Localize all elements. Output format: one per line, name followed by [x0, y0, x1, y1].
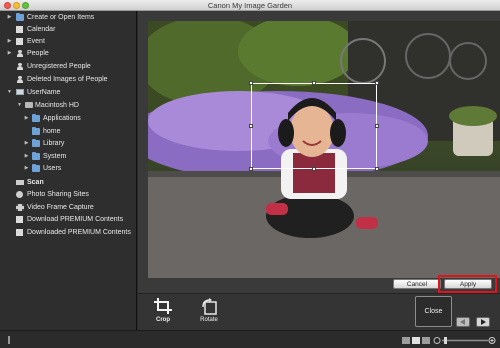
sidebar-item-label: Deleted Images of People — [27, 76, 108, 83]
rotate-tool-label: Rotate — [200, 317, 218, 323]
disclosure-triangle-icon[interactable]: ▶ — [24, 138, 29, 149]
disclosure-triangle-icon[interactable]: ▶ — [24, 163, 29, 174]
event-icon — [16, 38, 23, 45]
folder-icon — [32, 127, 40, 135]
sidebar-item-label: Downloaded PREMIUM Contents — [27, 229, 131, 236]
crop-tool-label: Crop — [156, 317, 170, 323]
person-icon — [16, 63, 24, 70]
disk-icon — [25, 102, 33, 108]
apply-button[interactable]: Apply — [444, 279, 492, 289]
editor-area: Cancel Apply Crop Rotate Close — [138, 11, 500, 341]
calendar-icon — [16, 26, 23, 33]
next-button[interactable] — [476, 317, 490, 327]
status-bar — [0, 330, 500, 348]
disclosure-triangle-icon[interactable]: ▶ — [24, 113, 29, 124]
sidebar-item-label: People — [27, 50, 49, 57]
folder-icon — [32, 152, 40, 160]
crop-handle[interactable] — [312, 81, 316, 85]
sidebar-item-downloaded-premium-contents[interactable]: Downloaded PREMIUM Contents — [0, 227, 137, 238]
folder-icon — [16, 13, 24, 21]
window-title: Canon My Image Garden — [207, 1, 293, 10]
sidebar-item-home[interactable]: home — [0, 126, 137, 137]
sidebar-item-library[interactable]: ▶ Library — [0, 138, 137, 149]
sidebar-item-label: Create or Open Items — [27, 14, 95, 21]
sidebar-item-create-or-open-items[interactable]: ▶ Create or Open Items — [0, 12, 137, 23]
sidebar-item-label: Calendar — [27, 26, 56, 33]
sidebar-item-macintosh-hd[interactable]: ▼ Macintosh HD — [0, 100, 137, 111]
rotate-icon — [202, 298, 217, 315]
person-icon — [16, 50, 24, 57]
folder-icon — [16, 229, 23, 236]
crop-handle[interactable] — [375, 124, 379, 128]
disclosure-triangle-icon[interactable]: ▶ — [7, 36, 12, 47]
sidebar-item-label: Video Frame Capture — [27, 204, 94, 211]
arrow-right-icon — [481, 319, 486, 325]
sidebar-item-label: Scan — [27, 179, 44, 186]
sidebar-item-unregistered-people[interactable]: Unregistered People — [0, 61, 137, 72]
crop-handle[interactable] — [249, 124, 253, 128]
sidebar-item-people[interactable]: ▶ People — [0, 48, 137, 59]
monitor-icon — [16, 89, 24, 95]
sidebar-item-label: Library — [43, 140, 65, 147]
film-icon — [16, 204, 24, 211]
sidebar-item-calendar[interactable]: Calendar — [0, 24, 137, 35]
image-canvas — [148, 21, 500, 278]
disclosure-triangle-icon[interactable]: ▼ — [7, 87, 12, 98]
arrow-left-icon — [460, 319, 465, 325]
disclosure-triangle-icon[interactable]: ▶ — [7, 12, 12, 23]
disclosure-triangle-icon[interactable]: ▶ — [7, 48, 12, 59]
sidebar-item-label: Unregistered People — [27, 63, 91, 70]
folder-icon — [32, 164, 40, 172]
sidebar-item-label: System — [43, 153, 67, 160]
folder-icon — [32, 114, 40, 122]
crop-handle[interactable] — [375, 167, 379, 171]
disclosure-triangle-icon[interactable]: ▼ — [17, 100, 22, 111]
zoom-slider[interactable] — [440, 336, 496, 345]
sidebar-item-download-premium-contents[interactable]: Download PREMIUM Contents — [0, 214, 137, 225]
crop-handle[interactable] — [249, 167, 253, 171]
sidebar-item-username[interactable]: ▼ UserName — [0, 87, 137, 98]
collapse-sidebar-icon[interactable] — [4, 335, 14, 345]
sidebar-item-deleted-images-of-people[interactable]: Deleted Images of People — [0, 74, 137, 85]
sidebar-item-label: Users — [43, 165, 62, 172]
crop-handle[interactable] — [249, 81, 253, 85]
person-icon — [16, 76, 24, 83]
sidebar-item-label: home — [43, 128, 61, 135]
scanner-icon — [16, 180, 24, 185]
globe-icon — [16, 191, 23, 198]
folder-icon — [32, 139, 40, 147]
crop-handle[interactable] — [375, 81, 379, 85]
sidebar-item-label: Applications — [43, 115, 81, 122]
sidebar-item-system[interactable]: ▶ System — [0, 151, 137, 162]
title-bar: Canon My Image Garden — [0, 0, 500, 11]
cancel-button[interactable]: Cancel — [393, 279, 441, 289]
rotate-tool[interactable]: Rotate — [196, 297, 222, 323]
sidebar-item-users[interactable]: ▶ Users — [0, 163, 137, 174]
sidebar-item-label: Photo Sharing Sites — [27, 191, 89, 198]
crop-icon — [154, 298, 172, 314]
sidebar-item-photo-sharing-sites[interactable]: Photo Sharing Sites — [0, 189, 137, 200]
sidebar-item-label: Download PREMIUM Contents — [27, 216, 124, 223]
sidebar-item-label: Event — [27, 38, 45, 45]
sidebar-item-label: Macintosh HD — [35, 102, 79, 109]
download-icon — [16, 216, 23, 223]
sidebar-item-scan[interactable]: Scan — [0, 177, 137, 188]
crop-tool[interactable]: Crop — [150, 297, 176, 323]
sidebar-item-applications[interactable]: ▶ Applications — [0, 113, 137, 124]
crop-handle[interactable] — [312, 167, 316, 171]
crop-selection-frame[interactable] — [249, 81, 379, 171]
sidebar-item-video-frame-capture[interactable]: Video Frame Capture — [0, 202, 137, 213]
disclosure-triangle-icon[interactable]: ▶ — [24, 151, 29, 162]
sidebar: ▶ Create or Open Items Calendar ▶ Event … — [0, 11, 137, 330]
close-button[interactable]: Close — [415, 296, 452, 327]
sidebar-item-event[interactable]: ▶ Event — [0, 36, 137, 47]
sidebar-item-label: UserName — [27, 89, 61, 96]
previous-button[interactable] — [456, 317, 470, 327]
view-mode-icons[interactable] — [402, 336, 442, 345]
